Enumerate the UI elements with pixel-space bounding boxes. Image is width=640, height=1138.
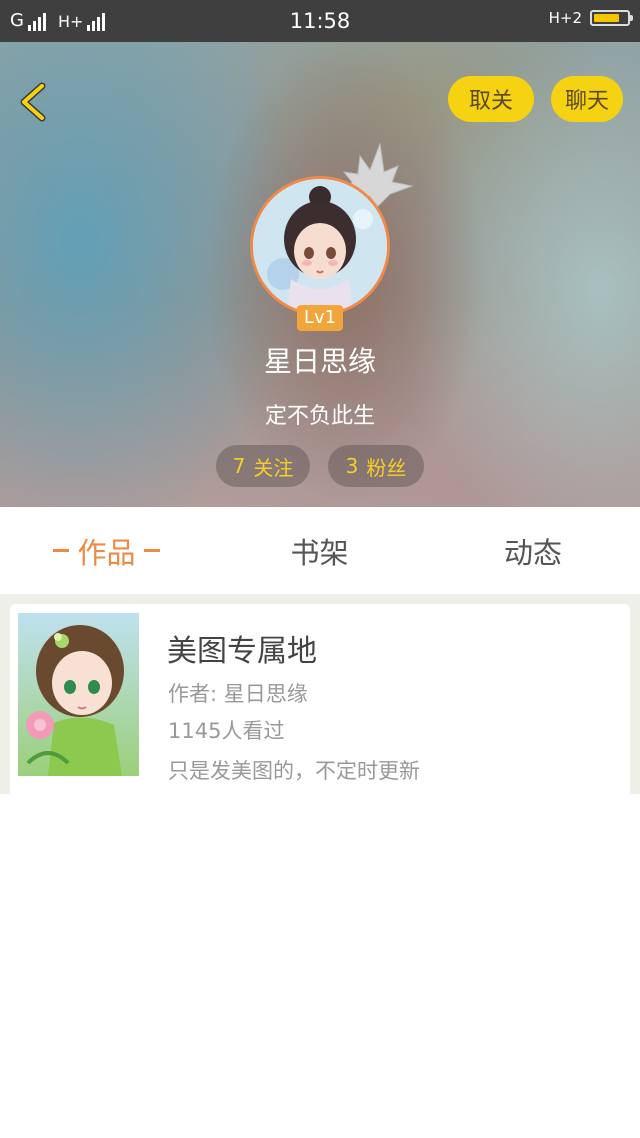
unfollow-button[interactable]: 取关 xyxy=(448,76,534,122)
back-button[interactable] xyxy=(14,80,58,124)
tab-works-label: 作品 xyxy=(77,535,136,570)
chevron-left-icon xyxy=(20,82,46,122)
tab-indicator-right xyxy=(143,549,160,552)
book-cover-image xyxy=(18,613,139,776)
avatar-container[interactable] xyxy=(250,176,390,316)
book-cover[interactable] xyxy=(18,613,139,776)
book-author: 作者: 星日思缘 xyxy=(168,682,308,706)
network-type-label: H+2 xyxy=(548,9,582,27)
fans-count: 3 xyxy=(345,454,359,478)
tab-bookshelf[interactable]: 书架 xyxy=(213,507,426,594)
following-label: 关注 xyxy=(253,455,294,480)
profile-header: 取关 聊天 Lv1 星日思缘 定不负此生 7 关注 3 粉丝 xyxy=(0,42,640,507)
fans-stat-button[interactable]: 3 粉丝 xyxy=(328,445,424,487)
book-title: 美图专属地 xyxy=(167,634,317,669)
fans-label: 粉丝 xyxy=(366,455,407,480)
avatar-image xyxy=(253,179,387,313)
chat-button[interactable]: 聊天 xyxy=(551,76,623,122)
list-item[interactable]: 美图专属地 作者: 星日思缘 1145人看过 只是发美图的，不定时更新 xyxy=(10,604,630,794)
status-right: H+2 xyxy=(548,9,633,27)
tab-activity-label: 动态 xyxy=(503,535,562,570)
following-count: 7 xyxy=(232,454,246,478)
following-stat-button[interactable]: 7 关注 xyxy=(216,445,310,487)
book-description: 只是发美图的，不定时更新 xyxy=(168,759,420,783)
profile-tabs: 作品 书架 动态 xyxy=(0,507,640,594)
avatar[interactable] xyxy=(250,176,390,316)
battery-icon xyxy=(590,10,633,26)
works-list: 美图专属地 作者: 星日思缘 1145人看过 只是发美图的，不定时更新 xyxy=(0,594,640,794)
status-bar: G H+ 11:58 H+2 xyxy=(0,0,640,42)
username: 星日思缘 xyxy=(263,345,376,378)
book-view-count: 1145人看过 xyxy=(168,719,285,743)
tab-activity[interactable]: 动态 xyxy=(426,507,640,594)
tab-bookshelf-label: 书架 xyxy=(290,535,349,570)
tab-works[interactable]: 作品 xyxy=(0,507,213,594)
user-signature: 定不负此生 xyxy=(264,404,375,429)
tab-indicator-left xyxy=(53,549,70,552)
level-badge: Lv1 xyxy=(297,305,343,331)
clock: 11:58 xyxy=(289,9,351,33)
